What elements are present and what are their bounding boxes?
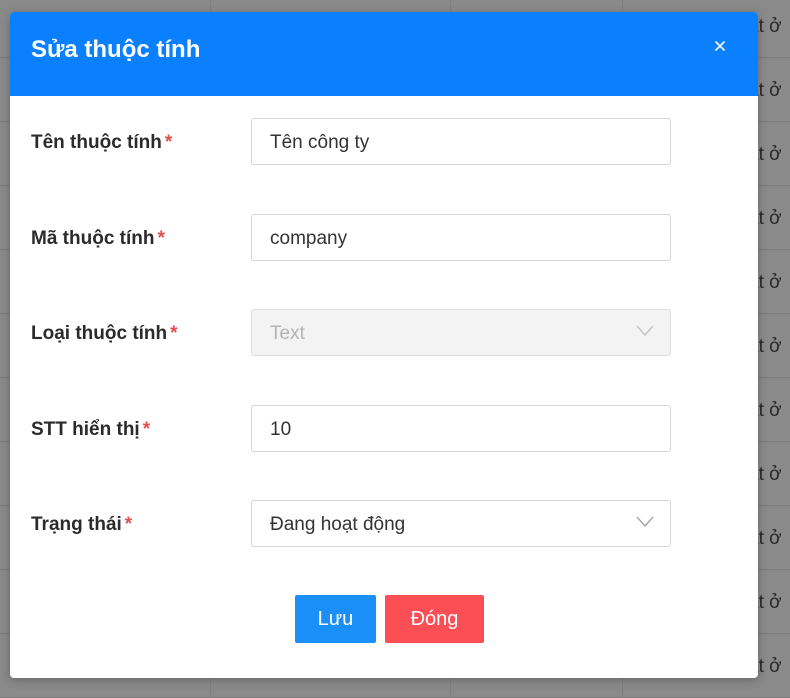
attribute-type-label: Loại thuộc tính * (31, 323, 178, 344)
required-mark: * (157, 228, 165, 249)
attribute-code-label: Mã thuộc tính * (31, 228, 165, 249)
attribute-name-input[interactable]: Tên công ty (251, 118, 671, 165)
chevron-down-icon (636, 516, 654, 528)
display-order-value: 10 (270, 419, 292, 440)
status-value: Đang hoạt động (270, 514, 406, 535)
form-row-attribute-type: Loại thuộc tính * Text (10, 309, 758, 357)
edit-attribute-dialog: Sửa thuộc tính Tên thuộc tính * Tên công … (10, 12, 758, 678)
form-row-display-order: STT hiển thị * 10 (10, 405, 758, 453)
required-mark: * (164, 132, 173, 153)
attribute-name-label: Tên thuộc tính * (31, 132, 173, 153)
form-row-attribute-name: Tên thuộc tính * Tên công ty (10, 118, 758, 166)
form-row-attribute-code: Mã thuộc tính * company (10, 214, 758, 262)
required-mark: * (142, 419, 151, 440)
display-order-label: STT hiển thị * (31, 419, 151, 440)
required-mark: * (124, 514, 133, 535)
attribute-type-select[interactable]: Text (251, 309, 671, 356)
dialog-title: Sửa thuộc tính (31, 36, 201, 63)
save-button[interactable]: Lưu (295, 595, 376, 643)
required-mark: * (170, 323, 178, 344)
attribute-code-value: company (270, 228, 348, 249)
chevron-down-icon (636, 325, 654, 337)
display-order-input[interactable]: 10 (251, 405, 671, 452)
attribute-code-input[interactable]: company (251, 214, 671, 261)
close-icon[interactable] (712, 38, 728, 54)
attribute-type-value: Text (270, 323, 305, 344)
close-button[interactable]: Đóng (385, 595, 484, 643)
dialog-header: Sửa thuộc tính (10, 12, 758, 96)
attribute-name-value: Tên công ty (270, 132, 370, 153)
form-row-status: Trạng thái * Đang hoạt động (10, 500, 758, 548)
status-label: Trạng thái * (31, 514, 133, 535)
status-select[interactable]: Đang hoạt động (251, 500, 671, 547)
